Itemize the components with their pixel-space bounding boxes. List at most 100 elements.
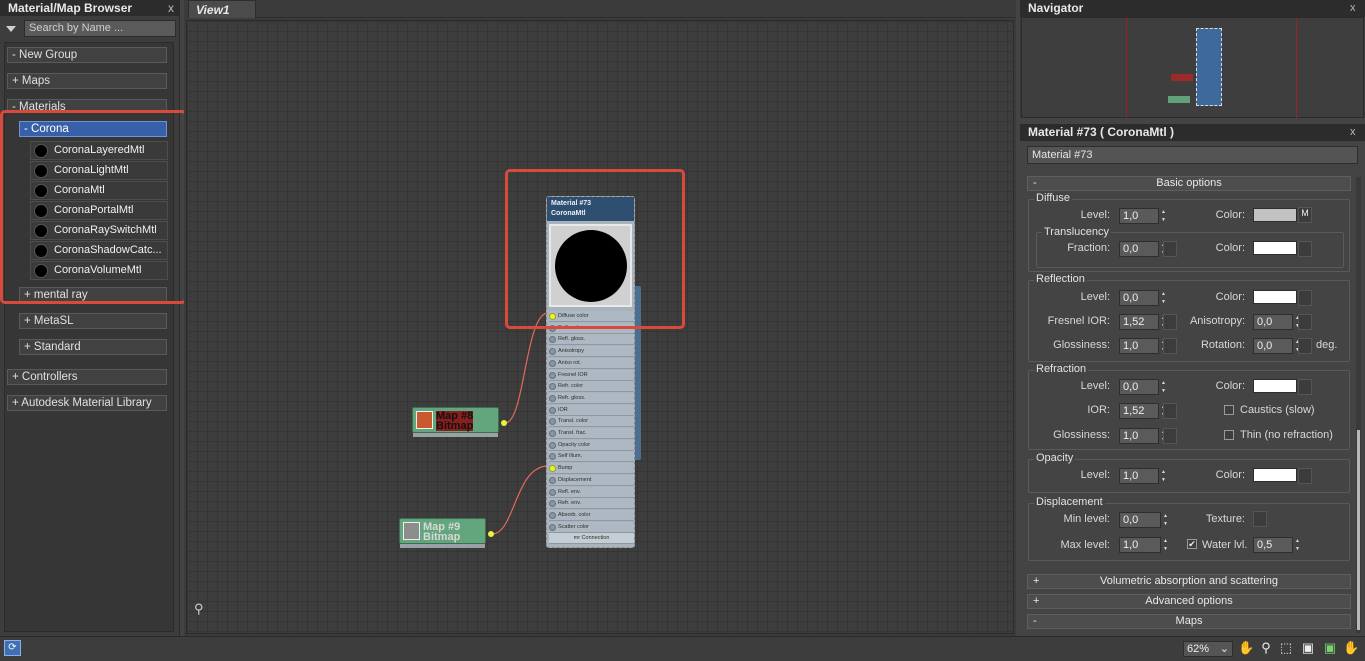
reflection-color-swatch[interactable] [1253, 290, 1297, 304]
group-maps[interactable]: + Maps [7, 73, 167, 89]
group-standard[interactable]: + Standard [19, 339, 167, 355]
node-slot[interactable]: Absorb. color [549, 509, 634, 521]
slot-socket[interactable] [549, 430, 556, 437]
node-slot[interactable]: Refl. env. [549, 486, 634, 498]
slot-socket[interactable] [549, 523, 556, 531]
fresnel-ior-spinner[interactable]: 1,52 [1119, 314, 1170, 330]
zoom-select[interactable]: 62% ⌄ [1183, 641, 1233, 657]
fresnel-ior-map-button[interactable] [1163, 314, 1177, 330]
slot-socket[interactable] [549, 406, 556, 414]
zoom-region-icon[interactable]: ⬚ [1278, 640, 1294, 656]
refraction-level-spinner[interactable]: 0,0 [1119, 379, 1170, 395]
zoom-icon[interactable]: ⚲ [1258, 640, 1274, 656]
max-level-spinner[interactable]: 1,0 [1119, 537, 1172, 553]
refraction-color-swatch[interactable] [1253, 379, 1297, 393]
node-slot[interactable]: Aniso rot. [549, 357, 634, 369]
node-slot[interactable]: Transl. color [549, 416, 634, 428]
node-slot[interactable]: Fresnel IOR [549, 369, 634, 381]
binoculars-icon[interactable]: ⚲ [194, 601, 212, 617]
rollout-maps[interactable]: - Maps [1027, 614, 1351, 629]
tab-view1[interactable]: View1 [188, 0, 256, 18]
slot-socket[interactable] [549, 511, 556, 519]
slot-socket[interactable] [549, 465, 556, 473]
browser-close-icon[interactable]: x [168, 1, 174, 15]
reflection-gloss-map-button[interactable] [1163, 338, 1177, 354]
translucency-color-swatch[interactable] [1253, 241, 1297, 255]
opacity-color-map-button[interactable] [1298, 468, 1312, 484]
map-node-bitmap-9[interactable]: Map #9 Bitmap [399, 518, 486, 548]
node-slot[interactable]: Refr. env. [549, 498, 634, 510]
rollout-advanced[interactable]: + Advanced options [1027, 594, 1351, 609]
slot-socket[interactable] [549, 500, 556, 508]
refraction-ior-spinner[interactable]: 1,52 [1119, 403, 1170, 419]
node-slot[interactable]: Transl. frac. [549, 428, 634, 439]
slot-socket[interactable] [549, 394, 556, 402]
node-slot[interactable]: IOR [549, 404, 634, 416]
water-level-spinner[interactable]: 0,5 [1253, 537, 1304, 553]
refraction-color-map-button[interactable] [1298, 379, 1312, 395]
zoom-extents-selected-icon[interactable]: ▣ [1322, 640, 1338, 656]
rollout-volumetric[interactable]: + Volumetric absorption and scattering [1027, 574, 1351, 589]
material-close-icon[interactable]: x [1350, 126, 1356, 138]
pan-hand-icon[interactable]: ✋ [1238, 640, 1254, 656]
group-materials[interactable]: - Materials [7, 99, 167, 110]
node-slot[interactable]: Refl. gloss. [549, 334, 634, 346]
node-slot[interactable]: Anisotropy [549, 346, 634, 358]
caustics-checkbox[interactable] [1224, 405, 1234, 415]
zoom-extents-icon[interactable]: ▣ [1300, 640, 1316, 656]
node-slot[interactable]: Refr. color [549, 381, 634, 393]
group-controllers[interactable]: + Controllers [7, 369, 167, 385]
anisotropy-map-button[interactable] [1298, 314, 1312, 330]
diffuse-map-button[interactable]: M [1298, 207, 1312, 223]
anisotropy-spinner[interactable]: 0,0 [1253, 314, 1304, 330]
node-slot[interactable]: Self Illum. [549, 451, 634, 463]
slot-socket[interactable] [549, 348, 556, 356]
navigator-close-icon[interactable]: x [1350, 2, 1356, 14]
diffuse-color-swatch[interactable] [1253, 208, 1297, 222]
group-autodesk-library[interactable]: + Autodesk Material Library [7, 395, 167, 411]
node-slot[interactable]: Bump [549, 463, 634, 475]
opacity-color-swatch[interactable] [1253, 468, 1297, 482]
refraction-ior-map-button[interactable] [1163, 403, 1177, 419]
slot-socket[interactable] [549, 383, 556, 391]
node-slot[interactable]: mr Connection [549, 533, 634, 545]
slot-socket[interactable] [549, 371, 556, 379]
diffuse-level-spinner[interactable]: 1,0 [1119, 208, 1170, 224]
pan-to-selected-icon[interactable]: ✋ [1343, 640, 1359, 656]
rollout-basic-options[interactable]: - Basic options [1027, 176, 1351, 191]
filter-dropdown-icon[interactable] [6, 26, 16, 32]
thin-checkbox[interactable] [1224, 430, 1234, 440]
water-level-checkbox[interactable]: ✔ [1187, 539, 1197, 549]
slot-socket[interactable] [549, 441, 556, 449]
min-level-spinner[interactable]: 0,0 [1119, 512, 1172, 528]
reflection-gloss-spinner[interactable]: 1,0 [1119, 338, 1170, 354]
rotation-spinner[interactable]: 0,0 [1253, 338, 1304, 354]
refraction-gloss-spinner[interactable]: 1,0 [1119, 428, 1170, 444]
reflection-color-map-button[interactable] [1298, 290, 1312, 306]
slot-socket[interactable] [549, 359, 556, 367]
map-node-bitmap-8[interactable]: Map #8 Bitmap [412, 407, 499, 437]
status-layout-icon[interactable]: ⟳ [4, 640, 21, 656]
slot-socket[interactable] [549, 453, 556, 461]
reflection-level-spinner[interactable]: 0,0 [1119, 290, 1170, 306]
translucency-color-map-button[interactable] [1298, 241, 1312, 257]
slot-socket[interactable] [549, 336, 556, 344]
node-slot[interactable]: Displacement [549, 474, 634, 486]
translucency-fraction-spinner[interactable]: 0,0 [1119, 241, 1170, 257]
slot-socket[interactable] [549, 476, 556, 484]
translucency-fraction-map-button[interactable] [1163, 241, 1177, 257]
node-slot[interactable]: Refr. gloss. [549, 392, 634, 404]
displacement-texture-button[interactable] [1253, 511, 1267, 527]
param-scrollbar-thumb[interactable] [1357, 430, 1360, 630]
opacity-level-spinner[interactable]: 1,0 [1119, 468, 1170, 484]
browser-search-input[interactable]: Search by Name ... [24, 20, 176, 37]
group-new-group[interactable]: - New Group [7, 47, 167, 63]
group-metasl[interactable]: + MetaSL [19, 313, 167, 329]
node-slot[interactable]: Opacity color [549, 439, 634, 451]
map8-output-socket[interactable] [501, 420, 507, 426]
node-slot[interactable]: Scatter color [549, 521, 634, 533]
navigator-view[interactable] [1021, 17, 1364, 118]
slot-socket[interactable] [549, 488, 556, 496]
slot-socket[interactable] [549, 418, 556, 426]
material-name-field[interactable]: Material #73 [1027, 146, 1358, 164]
